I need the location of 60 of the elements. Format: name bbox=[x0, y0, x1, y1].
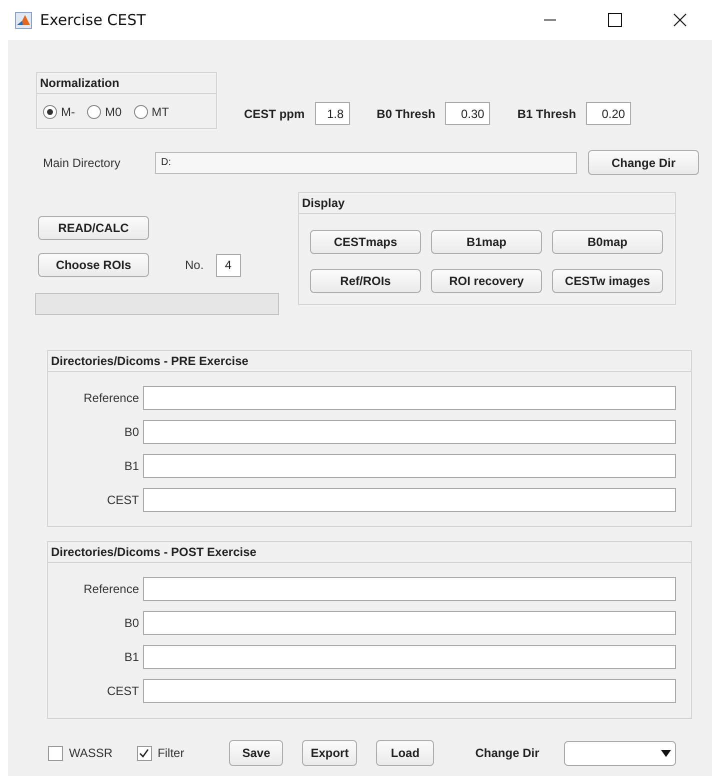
checkbox[interactable] bbox=[136, 746, 152, 760]
radio-button[interactable] bbox=[43, 105, 57, 119]
action-button[interactable]: Export bbox=[302, 740, 358, 766]
parameter-label: CEST ppm bbox=[244, 106, 305, 120]
parameter-label: B1 Thresh bbox=[517, 106, 576, 120]
directory-field[interactable]: D: bbox=[155, 152, 577, 174]
display-button[interactable]: CESTmaps bbox=[310, 230, 421, 254]
path-field[interactable] bbox=[143, 488, 676, 512]
window-title: Exercise CEST bbox=[40, 11, 146, 29]
field-label: CEST bbox=[106, 684, 139, 698]
checkbox-label: Filter bbox=[158, 746, 184, 760]
field-label: Reference bbox=[82, 391, 139, 405]
action-button[interactable]: Save bbox=[229, 740, 284, 766]
path-field[interactable] bbox=[143, 611, 676, 635]
parameter-label: B0 Thresh bbox=[376, 106, 436, 120]
count-label: No. bbox=[185, 258, 204, 272]
path-field[interactable] bbox=[143, 454, 676, 478]
checkbox[interactable] bbox=[48, 746, 63, 760]
parameter-field[interactable]: 0.20 bbox=[586, 102, 632, 125]
field-label: CEST bbox=[106, 493, 139, 507]
field-label: B0 bbox=[123, 425, 139, 439]
close-icon bbox=[672, 13, 686, 27]
path-field[interactable] bbox=[143, 420, 676, 444]
field-label: B0 bbox=[123, 616, 139, 630]
change-dir-dropdown[interactable] bbox=[564, 740, 676, 766]
path-field[interactable] bbox=[143, 386, 676, 410]
path-field[interactable] bbox=[143, 577, 676, 601]
checkbox-label: WASSR bbox=[69, 746, 113, 760]
radio-button[interactable] bbox=[87, 105, 101, 119]
display-button[interactable]: B0map bbox=[552, 230, 663, 254]
panel-title: Directories/Dicoms - PRE Exercise bbox=[51, 354, 248, 368]
panel-title: Directories/Dicoms - POST Exercise bbox=[51, 545, 256, 559]
radio-option[interactable]: MT bbox=[134, 105, 169, 119]
radio-button[interactable] bbox=[134, 105, 148, 119]
path-field[interactable] bbox=[143, 645, 676, 669]
parameter-field[interactable]: 0.30 bbox=[445, 102, 490, 125]
read-calc-button[interactable]: READ/CALC bbox=[38, 216, 149, 240]
display-button[interactable]: ROI recovery bbox=[431, 269, 542, 293]
radio-option[interactable]: M- bbox=[43, 105, 75, 119]
change-dir-label: Change Dir bbox=[475, 746, 540, 760]
panel-title: Display bbox=[302, 196, 345, 210]
field-label: Reference bbox=[82, 582, 139, 596]
maximize-icon bbox=[608, 13, 622, 27]
display-button[interactable]: CESTw images bbox=[552, 269, 663, 293]
field-label: B1 bbox=[123, 650, 139, 664]
minimize-icon bbox=[544, 19, 556, 21]
action-button[interactable]: Load bbox=[376, 740, 434, 766]
parameter-field[interactable]: 1.8 bbox=[314, 102, 350, 125]
display-button[interactable]: B1map bbox=[431, 230, 542, 254]
path-field[interactable] bbox=[143, 679, 676, 703]
field-label: B1 bbox=[123, 459, 139, 473]
choose-rois-button[interactable]: Choose ROIs bbox=[38, 253, 149, 277]
radio-option[interactable]: M0 bbox=[87, 105, 122, 119]
panel-title: Normalization bbox=[40, 76, 120, 90]
caret-icon bbox=[661, 750, 672, 756]
change-dir-button[interactable]: Change Dir bbox=[588, 150, 699, 175]
mountain-icon bbox=[15, 12, 32, 28]
directory-label: Main Directory bbox=[43, 156, 122, 170]
display-button[interactable]: Ref/ROIs bbox=[310, 269, 421, 293]
count-field[interactable]: 4 bbox=[216, 254, 241, 276]
